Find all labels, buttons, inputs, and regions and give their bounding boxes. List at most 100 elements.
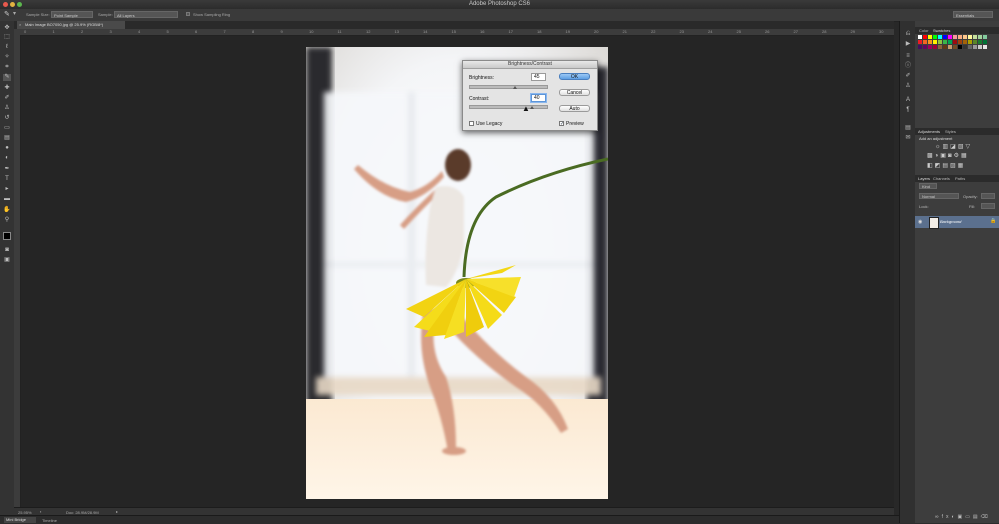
notes-panel-icon[interactable]: ✉: [904, 135, 912, 142]
swatch[interactable]: [948, 35, 952, 39]
swatch[interactable]: [978, 35, 982, 39]
contrast-input[interactable]: 40: [531, 94, 546, 102]
swatch[interactable]: [923, 35, 927, 39]
swatch[interactable]: [943, 35, 947, 39]
tool-presets-panel-icon[interactable]: ▤: [904, 125, 912, 132]
swatch[interactable]: [973, 40, 977, 44]
hand-tool-icon[interactable]: ✋: [3, 207, 11, 214]
adjustment-icons-row-2[interactable]: ▩◑▣◙⚙▦: [927, 152, 969, 159]
swatch[interactable]: [918, 35, 922, 39]
brightness-slider[interactable]: [469, 85, 548, 89]
layer-row-background[interactable]: ◉ Background 🔒: [915, 216, 999, 229]
screen-mode-icon[interactable]: ▣: [3, 257, 11, 264]
gradient-tool-icon[interactable]: ▤: [3, 135, 11, 142]
show-sampling-ring-checkbox[interactable]: [186, 12, 190, 16]
eraser-tool-icon[interactable]: ▭: [3, 125, 11, 132]
actions-panel-icon[interactable]: ▶: [904, 41, 912, 48]
clone-source-panel-icon[interactable]: ♙: [904, 83, 912, 90]
swatch[interactable]: [928, 45, 932, 49]
swatch[interactable]: [948, 40, 952, 44]
move-tool-icon[interactable]: ✥: [3, 25, 11, 32]
dodge-tool-icon[interactable]: ◐: [3, 155, 11, 162]
swatch[interactable]: [983, 40, 987, 44]
styles-tab[interactable]: Styles: [945, 129, 956, 134]
foreground-color-swatch[interactable]: [3, 232, 11, 240]
tool-preset-chevron-icon[interactable]: ▾: [13, 10, 16, 17]
clone-stamp-tool-icon[interactable]: ♙: [3, 105, 11, 112]
shape-tool-icon[interactable]: ▬: [3, 196, 11, 203]
contrast-slider[interactable]: [469, 105, 548, 109]
swatch[interactable]: [953, 40, 957, 44]
swatch[interactable]: [983, 45, 987, 49]
swatch[interactable]: [938, 45, 942, 49]
swatch[interactable]: [958, 40, 962, 44]
zoom-tool-icon[interactable]: ⚲: [3, 217, 11, 224]
sample-size-select[interactable]: Point Sample: [51, 11, 93, 18]
marquee-tool-icon[interactable]: ⬚: [3, 34, 11, 41]
contrast-slider-thumb[interactable]: [530, 106, 535, 109]
swatch[interactable]: [953, 45, 957, 49]
path-selection-tool-icon[interactable]: ▸: [3, 186, 11, 193]
swatch[interactable]: [973, 45, 977, 49]
swatch[interactable]: [918, 40, 922, 44]
ok-button[interactable]: OK: [559, 73, 590, 80]
swatches-tab[interactable]: Swatches: [933, 28, 950, 33]
properties-panel-icon[interactable]: ≡: [904, 53, 912, 60]
adjustment-icons-row-3[interactable]: ◧◩▤▨▦: [927, 162, 965, 169]
lasso-tool-icon[interactable]: ℓ: [3, 44, 11, 51]
pen-tool-icon[interactable]: ✒: [3, 166, 11, 173]
swatch[interactable]: [958, 35, 962, 39]
brightness-slider-thumb[interactable]: [513, 86, 518, 89]
eyedropper-tool-icon[interactable]: ✎: [3, 74, 11, 81]
swatch[interactable]: [968, 40, 972, 44]
preview-checkbox[interactable]: ✓: [559, 121, 564, 127]
character-panel-icon[interactable]: A: [904, 97, 912, 104]
close-tab-icon[interactable]: ×: [19, 21, 21, 29]
swatch[interactable]: [943, 45, 947, 49]
swatch[interactable]: [963, 45, 967, 49]
document-tab[interactable]: × Main Image BO7050.jpg @ 25.9% (RGB/8*): [17, 21, 125, 29]
swatch[interactable]: [963, 35, 967, 39]
blur-tool-icon[interactable]: ●: [3, 145, 11, 152]
swatch[interactable]: [938, 35, 942, 39]
paths-tab[interactable]: Paths: [955, 176, 965, 181]
sample-select[interactable]: All Layers: [114, 11, 178, 18]
swatch[interactable]: [983, 35, 987, 39]
status-arrow-icon[interactable]: ▸: [116, 509, 118, 514]
swatch[interactable]: [928, 40, 932, 44]
swatch[interactable]: [933, 35, 937, 39]
history-brush-tool-icon[interactable]: ↺: [3, 115, 11, 122]
visibility-eye-icon[interactable]: ◉: [918, 219, 922, 225]
swatch[interactable]: [963, 40, 967, 44]
layers-tab[interactable]: Layers: [918, 176, 930, 181]
auto-button[interactable]: Auto: [559, 105, 590, 112]
brightness-input[interactable]: 45: [531, 73, 546, 81]
opacity-field[interactable]: [981, 193, 995, 199]
swatch[interactable]: [923, 45, 927, 49]
history-panel-icon[interactable]: ⎌: [904, 31, 912, 38]
timeline-tab[interactable]: Timeline: [42, 518, 57, 523]
blend-mode-select[interactable]: Normal: [919, 193, 959, 199]
layer-filter-select[interactable]: Kind: [919, 183, 937, 189]
fill-field[interactable]: [981, 203, 995, 209]
adjustment-icons-row-1[interactable]: ☼▥◪▧▽: [935, 143, 972, 150]
swatch[interactable]: [958, 45, 962, 49]
swatch[interactable]: [973, 35, 977, 39]
color-tab[interactable]: Color: [919, 28, 929, 33]
swatch[interactable]: [938, 40, 942, 44]
channels-tab[interactable]: Channels: [933, 176, 950, 181]
swatch[interactable]: [933, 45, 937, 49]
cancel-button[interactable]: Cancel: [559, 89, 590, 96]
swatch[interactable]: [968, 45, 972, 49]
layers-footer-icons[interactable]: ∞fx◐▣▭▤⌫: [935, 514, 991, 520]
paragraph-panel-icon[interactable]: ¶: [904, 107, 912, 114]
swatch[interactable]: [933, 40, 937, 44]
swatch[interactable]: [953, 35, 957, 39]
swatch[interactable]: [978, 40, 982, 44]
swatch[interactable]: [968, 35, 972, 39]
swatch[interactable]: [928, 35, 932, 39]
layer-name[interactable]: Background: [940, 219, 961, 224]
adjustments-tab[interactable]: Adjustments: [918, 129, 940, 134]
info-panel-icon[interactable]: ⓘ: [904, 63, 912, 70]
crop-tool-icon[interactable]: ⌗: [3, 64, 11, 71]
